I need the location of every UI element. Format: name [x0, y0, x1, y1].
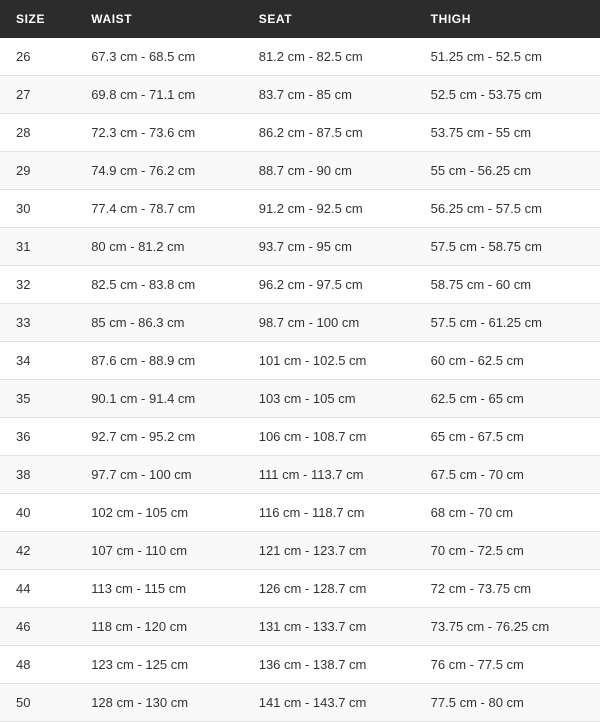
table-header-row: SIZE WAIST SEAT THIGH — [0, 0, 600, 38]
cell-waist: 118 cm - 120 cm — [75, 608, 243, 646]
cell-size: 46 — [0, 608, 75, 646]
cell-waist: 77.4 cm - 78.7 cm — [75, 190, 243, 228]
table-row: 42107 cm - 110 cm121 cm - 123.7 cm70 cm … — [0, 532, 600, 570]
cell-waist: 85 cm - 86.3 cm — [75, 304, 243, 342]
cell-size: 30 — [0, 190, 75, 228]
cell-size: 28 — [0, 114, 75, 152]
header-seat: SEAT — [243, 0, 415, 38]
cell-size: 38 — [0, 456, 75, 494]
cell-thigh: 57.5 cm - 61.25 cm — [415, 304, 600, 342]
table-row: 3897.7 cm - 100 cm111 cm - 113.7 cm67.5 … — [0, 456, 600, 494]
table-row: 46118 cm - 120 cm131 cm - 133.7 cm73.75 … — [0, 608, 600, 646]
cell-thigh: 68 cm - 70 cm — [415, 494, 600, 532]
cell-thigh: 55 cm - 56.25 cm — [415, 152, 600, 190]
cell-thigh: 60 cm - 62.5 cm — [415, 342, 600, 380]
cell-size: 33 — [0, 304, 75, 342]
cell-seat: 131 cm - 133.7 cm — [243, 608, 415, 646]
cell-waist: 74.9 cm - 76.2 cm — [75, 152, 243, 190]
cell-size: 35 — [0, 380, 75, 418]
table-row: 3180 cm - 81.2 cm93.7 cm - 95 cm57.5 cm … — [0, 228, 600, 266]
cell-thigh: 57.5 cm - 58.75 cm — [415, 228, 600, 266]
header-thigh: THIGH — [415, 0, 600, 38]
cell-size: 42 — [0, 532, 75, 570]
header-waist: WAIST — [75, 0, 243, 38]
cell-seat: 93.7 cm - 95 cm — [243, 228, 415, 266]
cell-thigh: 53.75 cm - 55 cm — [415, 114, 600, 152]
cell-waist: 87.6 cm - 88.9 cm — [75, 342, 243, 380]
cell-thigh: 56.25 cm - 57.5 cm — [415, 190, 600, 228]
cell-seat: 88.7 cm - 90 cm — [243, 152, 415, 190]
cell-size: 32 — [0, 266, 75, 304]
cell-size: 27 — [0, 76, 75, 114]
cell-thigh: 70 cm - 72.5 cm — [415, 532, 600, 570]
cell-size: 31 — [0, 228, 75, 266]
table-row: 3077.4 cm - 78.7 cm91.2 cm - 92.5 cm56.2… — [0, 190, 600, 228]
cell-seat: 106 cm - 108.7 cm — [243, 418, 415, 456]
cell-seat: 96.2 cm - 97.5 cm — [243, 266, 415, 304]
cell-seat: 103 cm - 105 cm — [243, 380, 415, 418]
size-chart-table: SIZE WAIST SEAT THIGH 2667.3 cm - 68.5 c… — [0, 0, 600, 722]
cell-waist: 72.3 cm - 73.6 cm — [75, 114, 243, 152]
cell-thigh: 73.75 cm - 76.25 cm — [415, 608, 600, 646]
cell-size: 36 — [0, 418, 75, 456]
cell-seat: 111 cm - 113.7 cm — [243, 456, 415, 494]
cell-size: 40 — [0, 494, 75, 532]
table-row: 48123 cm - 125 cm136 cm - 138.7 cm76 cm … — [0, 646, 600, 684]
cell-thigh: 72 cm - 73.75 cm — [415, 570, 600, 608]
table-row: 3385 cm - 86.3 cm98.7 cm - 100 cm57.5 cm… — [0, 304, 600, 342]
cell-waist: 80 cm - 81.2 cm — [75, 228, 243, 266]
cell-thigh: 52.5 cm - 53.75 cm — [415, 76, 600, 114]
cell-waist: 97.7 cm - 100 cm — [75, 456, 243, 494]
cell-size: 29 — [0, 152, 75, 190]
cell-waist: 67.3 cm - 68.5 cm — [75, 38, 243, 76]
cell-size: 50 — [0, 684, 75, 722]
cell-seat: 136 cm - 138.7 cm — [243, 646, 415, 684]
cell-waist: 102 cm - 105 cm — [75, 494, 243, 532]
table-row: 50128 cm - 130 cm141 cm - 143.7 cm77.5 c… — [0, 684, 600, 722]
cell-seat: 91.2 cm - 92.5 cm — [243, 190, 415, 228]
cell-seat: 141 cm - 143.7 cm — [243, 684, 415, 722]
table-row: 3487.6 cm - 88.9 cm101 cm - 102.5 cm60 c… — [0, 342, 600, 380]
cell-thigh: 76 cm - 77.5 cm — [415, 646, 600, 684]
cell-size: 26 — [0, 38, 75, 76]
table-row: 2667.3 cm - 68.5 cm81.2 cm - 82.5 cm51.2… — [0, 38, 600, 76]
cell-seat: 81.2 cm - 82.5 cm — [243, 38, 415, 76]
cell-seat: 101 cm - 102.5 cm — [243, 342, 415, 380]
cell-thigh: 51.25 cm - 52.5 cm — [415, 38, 600, 76]
table-row: 3282.5 cm - 83.8 cm96.2 cm - 97.5 cm58.7… — [0, 266, 600, 304]
cell-waist: 69.8 cm - 71.1 cm — [75, 76, 243, 114]
cell-thigh: 65 cm - 67.5 cm — [415, 418, 600, 456]
cell-waist: 92.7 cm - 95.2 cm — [75, 418, 243, 456]
cell-waist: 128 cm - 130 cm — [75, 684, 243, 722]
cell-thigh: 77.5 cm - 80 cm — [415, 684, 600, 722]
table-row: 40102 cm - 105 cm116 cm - 118.7 cm68 cm … — [0, 494, 600, 532]
table-row: 44113 cm - 115 cm126 cm - 128.7 cm72 cm … — [0, 570, 600, 608]
cell-seat: 121 cm - 123.7 cm — [243, 532, 415, 570]
cell-seat: 98.7 cm - 100 cm — [243, 304, 415, 342]
cell-thigh: 58.75 cm - 60 cm — [415, 266, 600, 304]
table-row: 2974.9 cm - 76.2 cm88.7 cm - 90 cm55 cm … — [0, 152, 600, 190]
table-row: 2872.3 cm - 73.6 cm86.2 cm - 87.5 cm53.7… — [0, 114, 600, 152]
table-row: 3692.7 cm - 95.2 cm106 cm - 108.7 cm65 c… — [0, 418, 600, 456]
table-row: 2769.8 cm - 71.1 cm83.7 cm - 85 cm52.5 c… — [0, 76, 600, 114]
cell-waist: 90.1 cm - 91.4 cm — [75, 380, 243, 418]
cell-seat: 86.2 cm - 87.5 cm — [243, 114, 415, 152]
cell-size: 44 — [0, 570, 75, 608]
header-size: SIZE — [0, 0, 75, 38]
cell-seat: 83.7 cm - 85 cm — [243, 76, 415, 114]
cell-size: 34 — [0, 342, 75, 380]
cell-waist: 123 cm - 125 cm — [75, 646, 243, 684]
cell-thigh: 67.5 cm - 70 cm — [415, 456, 600, 494]
cell-waist: 82.5 cm - 83.8 cm — [75, 266, 243, 304]
cell-waist: 113 cm - 115 cm — [75, 570, 243, 608]
cell-waist: 107 cm - 110 cm — [75, 532, 243, 570]
cell-size: 48 — [0, 646, 75, 684]
cell-seat: 116 cm - 118.7 cm — [243, 494, 415, 532]
cell-thigh: 62.5 cm - 65 cm — [415, 380, 600, 418]
table-row: 3590.1 cm - 91.4 cm103 cm - 105 cm62.5 c… — [0, 380, 600, 418]
cell-seat: 126 cm - 128.7 cm — [243, 570, 415, 608]
table-body: 2667.3 cm - 68.5 cm81.2 cm - 82.5 cm51.2… — [0, 38, 600, 722]
